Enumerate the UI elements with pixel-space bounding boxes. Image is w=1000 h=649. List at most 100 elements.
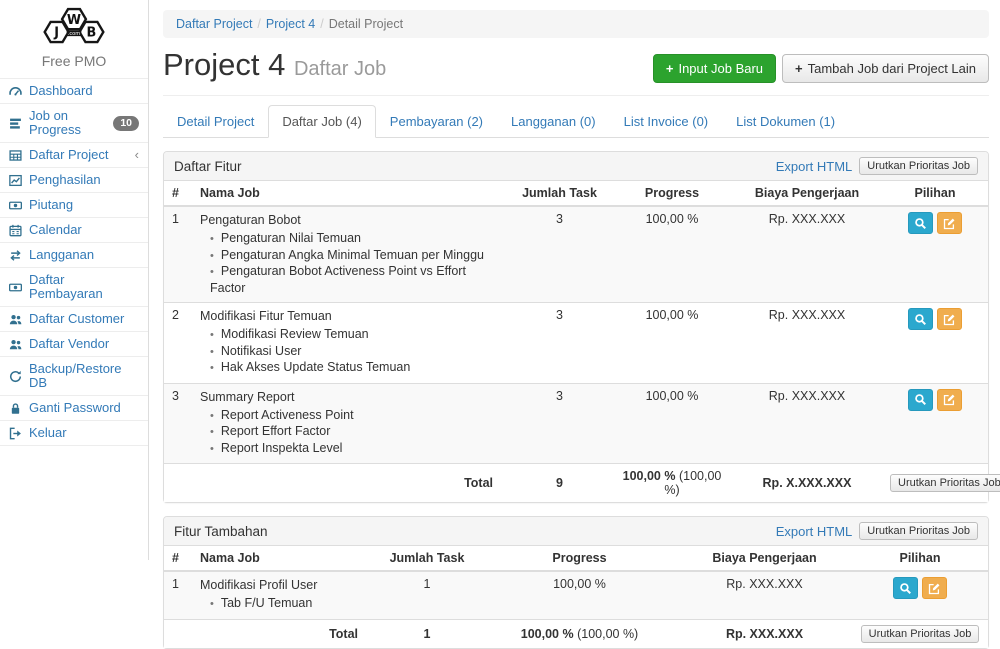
urutkan-prioritas-job-button[interactable]: Urutkan Prioritas Job: [890, 474, 1000, 492]
sidebar-item-label: Job on Progress: [29, 109, 106, 137]
breadcrumb-link-daftar-project[interactable]: Daftar Project: [176, 17, 252, 31]
sidebar-item-label: Daftar Project: [29, 148, 108, 162]
col-pilihan: Pilihan: [852, 546, 988, 571]
view-job-button[interactable]: [893, 577, 918, 599]
urutkan-prioritas-job-button[interactable]: Urutkan Prioritas Job: [861, 625, 980, 643]
search-icon: [899, 582, 912, 595]
urutkan-prioritas-job-button[interactable]: Urutkan Prioritas Job: [859, 522, 978, 540]
plus-icon: +: [795, 61, 803, 76]
col-nama-job: Nama Job: [192, 181, 507, 206]
total-cost: Rp. X.XXX.XXX: [732, 464, 882, 503]
col-biaya-pengerjaan: Biaya Pengerjaan: [732, 181, 882, 206]
sidebar-item-keluar[interactable]: Keluar: [0, 420, 148, 446]
job-subtasks: Modifikasi Review Temuan Notifikasi User…: [210, 327, 499, 377]
panel-title: Daftar Fitur: [174, 159, 242, 174]
sidebar-item-penghasilan[interactable]: Penghasilan: [0, 167, 148, 192]
row-number: 1: [164, 206, 192, 303]
cost-value: Rp. XXX.XXX: [732, 383, 882, 464]
table-row: 1 Modifikasi Profil User Tab F/U Temuan …: [164, 571, 988, 619]
header-buttons: + Input Job Baru + Tambah Job dari Proje…: [653, 54, 989, 86]
export-html-link[interactable]: Export HTML: [776, 159, 853, 174]
sidebar-item-daftar-vendor[interactable]: Daftar Vendor: [0, 331, 148, 356]
money-icon: [9, 199, 22, 212]
app-window: W J B .com Free PMO Dashboard Job on Pro…: [0, 0, 1000, 560]
table-header-row: # Nama Job Jumlah Task Progress Biaya Pe…: [164, 546, 988, 571]
chevron-left-icon: ‹: [135, 150, 139, 160]
progress-value: 100,00 %: [482, 571, 677, 619]
tab-detail-project[interactable]: Detail Project: [163, 105, 268, 138]
search-icon: [914, 393, 927, 406]
view-job-button[interactable]: [908, 389, 933, 411]
page-subtitle: Daftar Job: [294, 58, 386, 80]
input-job-baru-button[interactable]: + Input Job Baru: [653, 54, 776, 83]
view-job-button[interactable]: [908, 308, 933, 330]
sidebar-item-ganti-password[interactable]: Ganti Password: [0, 395, 148, 420]
tab-list-invoice[interactable]: List Invoice (0): [610, 105, 723, 138]
sidebar: W J B .com Free PMO Dashboard Job on Pro…: [0, 0, 149, 560]
breadcrumb-separator: /: [252, 17, 265, 31]
total-progress: 100,00 % (100,00 %): [612, 464, 732, 503]
panel-heading: Daftar Fitur Export HTML Urutkan Priorit…: [164, 152, 988, 181]
tab-bar: Detail Project Daftar Job (4) Pembayaran…: [163, 105, 989, 138]
row-number: 1: [164, 571, 192, 619]
progress-value: 100,00 %: [612, 383, 732, 464]
panel-daftar-fitur: Daftar Fitur Export HTML Urutkan Priorit…: [163, 151, 989, 503]
task-count: 3: [507, 303, 612, 384]
view-job-button[interactable]: [908, 212, 933, 234]
urutkan-prioritas-job-button[interactable]: Urutkan Prioritas Job: [859, 157, 978, 175]
sidebar-item-label: Piutang: [29, 198, 73, 212]
panel-heading: Fitur Tambahan Export HTML Urutkan Prior…: [164, 517, 988, 546]
subtask-item: Notifikasi User: [210, 344, 499, 361]
subtask-item: Report Inspekta Level: [210, 441, 499, 458]
sidebar-item-label: Ganti Password: [29, 401, 121, 415]
cost-value: Rp. XXX.XXX: [732, 206, 882, 303]
subtask-item: Pengaturan Bobot Activeness Point vs Eff…: [210, 264, 499, 296]
sidebar-item-daftar-project[interactable]: Daftar Project ‹: [0, 142, 148, 167]
total-progress: 100,00 % (100,00 %): [482, 619, 677, 648]
sidebar-item-langganan[interactable]: Langganan: [0, 242, 148, 267]
tab-pembayaran[interactable]: Pembayaran (2): [376, 105, 497, 138]
export-html-link[interactable]: Export HTML: [776, 524, 853, 539]
tab-daftar-job[interactable]: Daftar Job (4): [268, 105, 375, 138]
sidebar-item-job-on-progress[interactable]: Job on Progress 10: [0, 103, 148, 142]
sidebar-item-daftar-customer[interactable]: Daftar Customer: [0, 306, 148, 331]
edit-job-button[interactable]: [937, 389, 962, 411]
edit-job-button[interactable]: [937, 308, 962, 330]
sidebar-item-piutang[interactable]: Piutang: [0, 192, 148, 217]
subtask-item: Pengaturan Angka Minimal Temuan per Ming…: [210, 248, 499, 265]
sidebar-item-calendar[interactable]: Calendar: [0, 217, 148, 242]
jwb-hexagon-logo-icon: W J B .com: [41, 7, 107, 46]
total-task-count: 1: [372, 619, 482, 648]
sidebar-item-label: Daftar Vendor: [29, 337, 109, 351]
job-subtasks: Report Activeness Point Report Effort Fa…: [210, 408, 499, 458]
total-progress-main: 100,00 %: [521, 627, 574, 641]
brand-text: Free PMO: [0, 51, 148, 78]
job-name: Modifikasi Profil User: [200, 577, 364, 593]
progress-value: 100,00 %: [612, 206, 732, 303]
table-icon: [9, 149, 22, 162]
sidebar-item-daftar-pembayaran[interactable]: Daftar Pembayaran: [0, 267, 148, 306]
sidebar-nav: Dashboard Job on Progress 10 Daftar Proj…: [0, 78, 148, 446]
subtask-item: Report Effort Factor: [210, 424, 499, 441]
row-number: 3: [164, 383, 192, 464]
sidebar-item-dashboard[interactable]: Dashboard: [0, 78, 148, 103]
edit-job-button[interactable]: [922, 577, 947, 599]
sidebar-item-label: Daftar Pembayaran: [29, 273, 139, 301]
tab-langganan[interactable]: Langganan (0): [497, 105, 610, 138]
tambah-job-dari-project-lain-button[interactable]: + Tambah Job dari Project Lain: [782, 54, 989, 83]
users-icon: [9, 313, 22, 326]
tab-list-dokumen[interactable]: List Dokumen (1): [722, 105, 849, 138]
edit-icon: [928, 582, 941, 595]
breadcrumb-link-project-4[interactable]: Project 4: [266, 17, 315, 31]
sign-out-icon: [9, 427, 22, 440]
sidebar-item-backup-restore-db[interactable]: Backup/Restore DB: [0, 356, 148, 395]
job-name: Pengaturan Bobot: [200, 212, 499, 228]
subtask-item: Hak Akses Update Status Temuan: [210, 360, 499, 377]
subtask-item: Pengaturan Nilai Temuan: [210, 231, 499, 248]
job-count-badge: 10: [113, 116, 139, 131]
users-icon: [9, 338, 22, 351]
col-number: #: [164, 181, 192, 206]
table-row: 2 Modifikasi Fitur Temuan Modifikasi Rev…: [164, 303, 988, 384]
edit-job-button[interactable]: [937, 212, 962, 234]
tachometer-icon: [9, 85, 22, 98]
